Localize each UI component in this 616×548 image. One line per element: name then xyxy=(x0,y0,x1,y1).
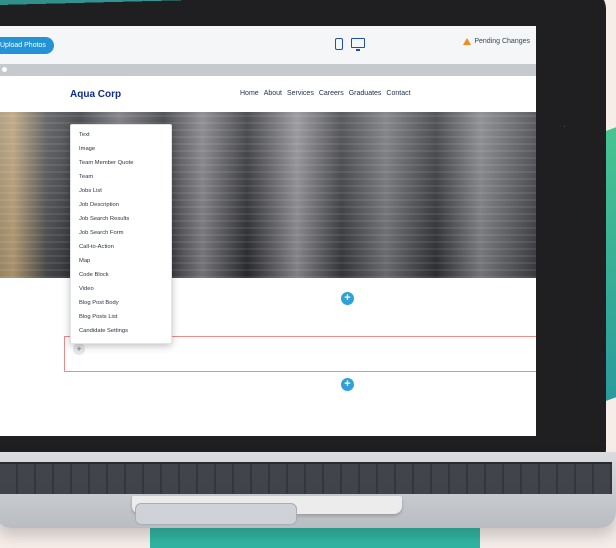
builder-toolbar: Upload Photos Pending Changes xyxy=(0,26,536,65)
dropdown-item-blog-posts-list[interactable]: Blog Posts List xyxy=(79,314,117,320)
upload-photos-button[interactable]: Upload Photos xyxy=(0,37,54,54)
browser-window-bar xyxy=(0,64,536,76)
dropdown-item-map[interactable]: Map xyxy=(79,258,90,264)
mobile-preview-icon[interactable] xyxy=(335,38,343,50)
dropdown-item-jobs-list[interactable]: Jobs List xyxy=(79,188,102,194)
dropdown-item-job-description[interactable]: Job Description xyxy=(79,202,119,208)
pending-changes-indicator[interactable]: Pending Changes xyxy=(463,38,530,45)
dropdown-item-text[interactable]: Text xyxy=(79,132,90,138)
warning-icon xyxy=(463,38,472,45)
window-dot-3-icon xyxy=(2,67,7,72)
menu-graduates[interactable]: Graduates xyxy=(349,90,382,97)
laptop-keyboard xyxy=(0,462,612,494)
dropdown-item-job-search-form[interactable]: Job Search Form xyxy=(79,230,123,236)
laptop-screen: Upload Photos Pending Changes Aqua Corp … xyxy=(0,26,536,436)
menu-careers[interactable]: Careers xyxy=(319,90,344,97)
dropdown-item-team[interactable]: Team xyxy=(79,174,93,180)
laptop-trackpad xyxy=(135,503,297,525)
menu-contact[interactable]: Contact xyxy=(386,90,410,97)
menu-services[interactable]: Services xyxy=(287,90,314,97)
menu-home[interactable]: Home xyxy=(240,90,259,97)
pending-changes-label: Pending Changes xyxy=(474,38,530,45)
add-block-button-top[interactable]: + xyxy=(341,292,354,305)
add-element-button[interactable]: + xyxy=(73,343,85,355)
background-bottom-band xyxy=(150,528,480,548)
dropdown-item-blog-post-body[interactable]: Blog Post Body xyxy=(79,300,119,306)
block-type-dropdown: Text Image Team Member Quote Team Jobs L… xyxy=(70,124,172,344)
desktop-preview-icon[interactable] xyxy=(351,38,365,51)
main-menu: Home About Services Careers Graduates Co… xyxy=(240,90,411,97)
device-preview-icons xyxy=(335,38,365,51)
add-block-button-bottom[interactable]: + xyxy=(341,378,354,391)
dropdown-item-call-to-action[interactable]: Call-to-Action xyxy=(79,244,114,250)
dropdown-item-team-member-quote[interactable]: Team Member Quote xyxy=(79,160,133,166)
dropdown-item-job-search-results[interactable]: Job Search Results xyxy=(79,216,129,222)
dropdown-item-image[interactable]: Image xyxy=(79,146,95,152)
dropdown-item-candidate-settings[interactable]: Candidate Settings xyxy=(79,328,128,334)
site-brand[interactable]: Aqua Corp xyxy=(70,89,121,100)
site-navigation: Aqua Corp Home About Services Careers Gr… xyxy=(0,76,536,112)
dropdown-item-code-block[interactable]: Code Block xyxy=(79,272,109,278)
menu-about[interactable]: About xyxy=(264,90,282,97)
dropdown-item-video[interactable]: Video xyxy=(79,286,94,292)
